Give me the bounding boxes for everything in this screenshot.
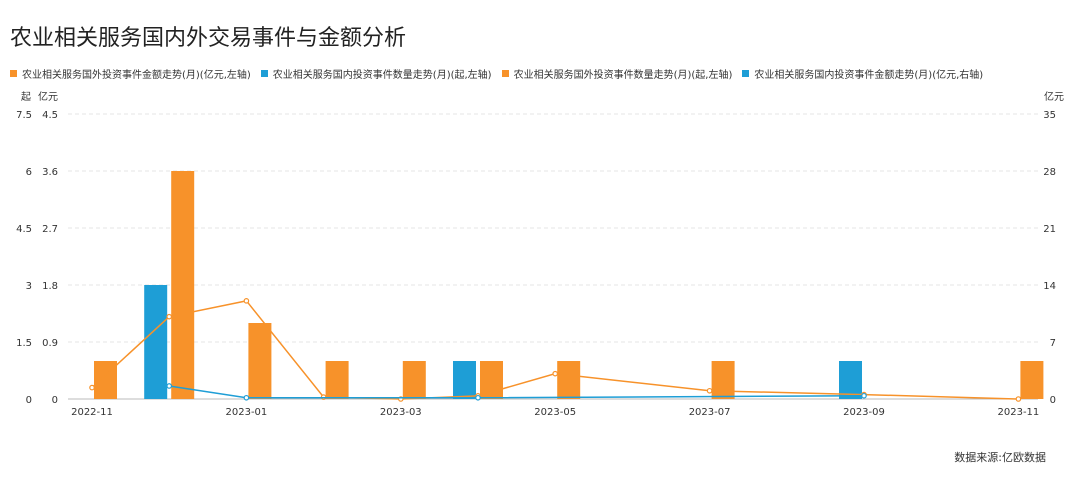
y-tick-label-count: 1.5	[16, 338, 32, 349]
point-foreign-amount	[89, 384, 95, 391]
y-tick-label-amount-right: 28	[1043, 167, 1056, 178]
y-tick-label-amount-right: 21	[1043, 224, 1056, 235]
y-tick-label-amount-left: 3.6	[42, 167, 58, 178]
bar-domestic-count	[453, 361, 476, 399]
bar-domestic-count	[144, 285, 168, 399]
point-domestic-amount	[166, 383, 173, 389]
bar-foreign-count	[171, 171, 195, 399]
x-tick-label: 2023-07	[689, 407, 731, 418]
y-tick-label-amount-left: 4.5	[42, 110, 58, 121]
y-tick-label-amount-left: 2.7	[42, 224, 58, 235]
bar-foreign-count	[325, 361, 349, 399]
y-tick-label-amount-left: 0.9	[42, 338, 58, 349]
y-tick-label-amount-left: 1.8	[42, 281, 58, 292]
point-domestic-amount	[861, 392, 867, 399]
y-tick-label-amount-right: 35	[1043, 110, 1056, 121]
chart-svg: 7.5 4.5 356 3.6 284.5 2.7 213 1.8 141.5 0.9 70 0 0起亿…	[16, 90, 1064, 418]
y-axis-unit-amount-left: 亿元	[38, 90, 58, 103]
point-domestic-amount	[243, 394, 250, 401]
point-foreign-amount	[1015, 396, 1022, 402]
x-tick-label: 2023-09	[843, 407, 885, 418]
bar-foreign-count	[711, 361, 735, 399]
y-tick-label-amount-left: 0	[52, 395, 58, 406]
y-tick-label-amount-right: 14	[1043, 281, 1056, 292]
bar-foreign-count	[557, 361, 581, 399]
x-tick-label: 2022-11	[71, 407, 113, 418]
y-axis-unit-amount-right: 亿元	[1044, 90, 1064, 103]
point-domestic-amount	[475, 394, 481, 401]
y-tick-label-amount-right: 0	[1050, 395, 1056, 406]
y-tick-label-count: 7.5	[16, 110, 32, 121]
bar-foreign-count	[480, 361, 503, 399]
point-foreign-amount	[243, 298, 250, 304]
bar-foreign-count	[248, 323, 272, 399]
line-foreign-amount	[91, 300, 1019, 400]
y-tick-label-amount-right: 7	[1050, 338, 1056, 349]
point-foreign-amount	[166, 313, 173, 320]
x-tick-label: 2023-05	[534, 407, 576, 418]
x-tick-label: 2023-11	[998, 407, 1040, 418]
point-foreign-amount	[706, 387, 713, 394]
x-tick-label: 2023-01	[226, 407, 268, 418]
data-source: 数据来源:亿欧数据	[954, 451, 1046, 464]
y-tick-label-count: 6	[26, 167, 32, 178]
bar-foreign-count	[402, 361, 426, 399]
y-tick-label-count: 3	[26, 281, 32, 292]
x-tick-label: 2023-03	[380, 407, 422, 418]
y-tick-label-count: 4.5	[16, 224, 32, 235]
y-tick-label-count: 0	[26, 395, 32, 406]
y-axis-unit-count: 起	[21, 91, 31, 103]
bar-foreign-count	[1020, 361, 1044, 399]
bar-foreign-count	[94, 361, 117, 399]
point-foreign-amount	[552, 370, 559, 377]
